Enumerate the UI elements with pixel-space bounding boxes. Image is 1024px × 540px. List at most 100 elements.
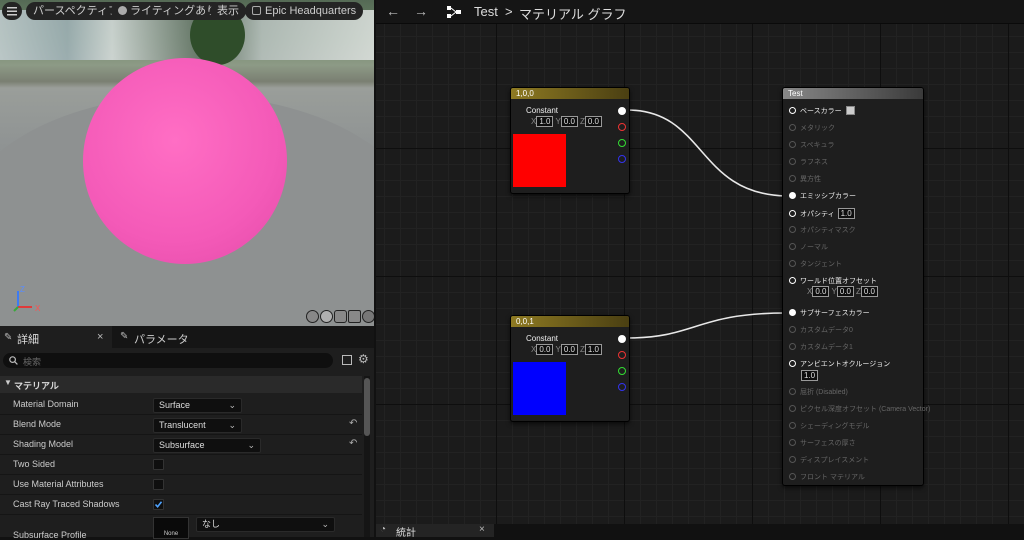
output-pin-b[interactable] xyxy=(618,383,626,391)
input-pin-icon[interactable] xyxy=(789,243,796,250)
input-pin-icon[interactable] xyxy=(789,277,796,284)
stats-tab[interactable]: ◔ 統計 × xyxy=(376,524,494,539)
input-pin-icon[interactable] xyxy=(789,326,796,333)
tab-parameters[interactable]: ✎ パラメータ xyxy=(116,326,226,348)
sphere-icon[interactable] xyxy=(320,310,333,323)
material-pin-row[interactable]: メタリック xyxy=(789,123,835,133)
wpo-x-input[interactable]: 0.0 xyxy=(812,286,830,297)
close-icon[interactable]: × xyxy=(97,331,103,343)
input-pin-icon[interactable] xyxy=(789,388,796,395)
tab-details[interactable]: ✎ 詳細 × xyxy=(0,326,112,348)
input-pin-icon[interactable] xyxy=(789,124,796,131)
input-pin-icon[interactable] xyxy=(789,439,796,446)
material-pin-row[interactable]: ベースカラー xyxy=(789,106,855,116)
constant3vector-node-red[interactable]: 1,0,0 Constant X 1.0 Y 0.0 Z 0.0 xyxy=(510,87,630,194)
input-pin-icon[interactable] xyxy=(789,360,796,367)
input-pin-icon[interactable] xyxy=(789,226,796,233)
input-pin-icon[interactable] xyxy=(789,422,796,429)
close-icon[interactable]: × xyxy=(479,524,485,535)
material-pin-row[interactable]: 異方性 xyxy=(789,174,821,184)
cube-icon[interactable] xyxy=(348,310,361,323)
use-material-attributes-checkbox[interactable] xyxy=(153,479,164,490)
reset-arrow-icon[interactable]: ↶ xyxy=(349,438,357,449)
z-value-input[interactable]: 0.0 xyxy=(584,116,602,127)
subsurface-profile-dropdown[interactable]: なし ⌄ xyxy=(196,517,335,532)
input-pin-icon[interactable] xyxy=(789,192,796,199)
material-pin-row[interactable]: ノーマル xyxy=(789,242,828,252)
search-input[interactable]: 検索 xyxy=(3,353,333,368)
input-pin-icon[interactable] xyxy=(789,107,796,114)
material-graph-canvas[interactable]: 1,0,0 Constant X 1.0 Y 0.0 Z 0.0 0,0,1 Consta… xyxy=(376,24,1024,524)
input-pin-icon[interactable] xyxy=(789,210,796,217)
constant3vector-node-blue[interactable]: 0,0,1 Constant X 0.0 Y 0.0 Z 1.0 xyxy=(510,315,630,422)
reset-arrow-icon[interactable]: ↶ xyxy=(349,418,357,429)
material-pin-row[interactable]: 屈折 (Disabled) xyxy=(789,387,848,397)
material-pin-row[interactable]: フロント マテリアル xyxy=(789,472,865,482)
environment-button[interactable]: Epic Headquarters xyxy=(245,2,364,20)
back-arrow-icon[interactable]: ← xyxy=(386,3,400,19)
base-color-swatch[interactable] xyxy=(845,106,855,115)
material-pin-value-input[interactable]: 1.0 xyxy=(837,208,855,219)
x-value-input[interactable]: 1.0 xyxy=(536,116,554,127)
material-pin-row[interactable]: ディスプレイスメント xyxy=(789,455,869,465)
input-pin-icon[interactable] xyxy=(789,309,796,316)
material-pin-row[interactable]: オパシティ 1.0 xyxy=(789,208,857,219)
input-pin-icon[interactable] xyxy=(789,158,796,165)
input-pin-icon[interactable] xyxy=(789,456,796,463)
output-pin-rgb[interactable] xyxy=(618,107,626,115)
material-pin-row[interactable]: アンビエントオクルージョン 1.0 xyxy=(789,359,890,381)
scrollbar-thumb[interactable] xyxy=(364,378,370,436)
hamburger-icon[interactable] xyxy=(2,2,22,20)
output-pin-r[interactable] xyxy=(618,351,626,359)
material-pin-row[interactable]: シェーディングモデル xyxy=(789,421,870,431)
input-pin-icon[interactable] xyxy=(789,405,796,412)
breadcrumb-root[interactable]: Test xyxy=(474,4,498,19)
input-pin-icon[interactable] xyxy=(789,473,796,480)
output-pin-g[interactable] xyxy=(618,139,626,147)
blend-mode-dropdown[interactable]: Translucent ⌄ xyxy=(153,418,242,433)
wpo-y-input[interactable]: 0.0 xyxy=(836,286,854,297)
z-value-input[interactable]: 1.0 xyxy=(584,344,602,355)
output-pin-g[interactable] xyxy=(618,367,626,375)
material-pin-row[interactable]: ラフネス xyxy=(789,157,828,167)
y-value-input[interactable]: 0.0 xyxy=(560,116,578,127)
material-pin-row[interactable]: サーフェスの厚さ xyxy=(789,438,856,448)
output-pin-rgb[interactable] xyxy=(618,335,626,343)
lighting-button[interactable]: ライティングあり xyxy=(111,2,225,20)
teapot-icon[interactable] xyxy=(362,310,374,323)
show-button[interactable]: 表示 xyxy=(210,2,246,20)
input-pin-icon[interactable] xyxy=(789,343,796,350)
cylinder-icon[interactable] xyxy=(306,310,319,323)
wpo-z-input[interactable]: 0.0 xyxy=(860,286,878,297)
material-pin-row[interactable]: スペキュラ xyxy=(789,140,835,150)
input-pin-icon[interactable] xyxy=(789,141,796,148)
output-pin-b[interactable] xyxy=(618,155,626,163)
material-pin-row[interactable]: カスタムデータ1 xyxy=(789,342,853,352)
two-sided-checkbox[interactable] xyxy=(153,459,164,470)
material-pin-row[interactable]: カスタムデータ0 xyxy=(789,325,853,335)
material-domain-dropdown[interactable]: Surface ⌄ xyxy=(153,398,242,413)
subsurface-profile-thumbnail[interactable]: None xyxy=(153,517,189,539)
material-pin-row[interactable]: タンジェント xyxy=(789,259,842,269)
input-pin-icon[interactable] xyxy=(789,175,796,182)
material-pin-row[interactable]: ワールド位置オフセット X 0.0 Y 0.0 Z 0.0 xyxy=(789,276,878,297)
material-pin-value-input[interactable]: 1.0 xyxy=(801,370,819,381)
details-scrollbar[interactable] xyxy=(364,376,370,537)
material-result-node[interactable]: Test ベースカラー メタリック スペキュラ ラフネス 異方性 エミッシブカラー オパシテ… xyxy=(782,87,930,486)
material-pin-row[interactable]: エミッシブカラー xyxy=(789,191,856,201)
section-header-material[interactable]: ▼ マテリアル xyxy=(0,376,362,393)
y-value-input[interactable]: 0.0 xyxy=(560,344,578,355)
x-value-input[interactable]: 0.0 xyxy=(536,344,554,355)
gear-icon[interactable]: ⚙ xyxy=(358,352,369,366)
output-pin-r[interactable] xyxy=(618,123,626,131)
table-view-icon[interactable] xyxy=(342,355,352,365)
material-pin-row[interactable]: ピクセル深度オフセット (Camera Vector) xyxy=(789,404,930,414)
plane-icon[interactable] xyxy=(334,310,347,323)
material-pin-row[interactable]: サブサーフェスカラー xyxy=(789,308,870,318)
shading-model-dropdown[interactable]: Subsurface ⌄ xyxy=(153,438,261,453)
input-pin-icon[interactable] xyxy=(789,260,796,267)
material-pin-row[interactable]: オパシティマスク xyxy=(789,225,856,235)
material-preview-viewport[interactable]: パースペクティブ ライティングあり 表示 Epic Headquarters Z… xyxy=(0,0,374,326)
forward-arrow-icon[interactable]: → xyxy=(414,3,428,19)
cast-ray-traced-shadows-checkbox[interactable] xyxy=(153,499,164,510)
